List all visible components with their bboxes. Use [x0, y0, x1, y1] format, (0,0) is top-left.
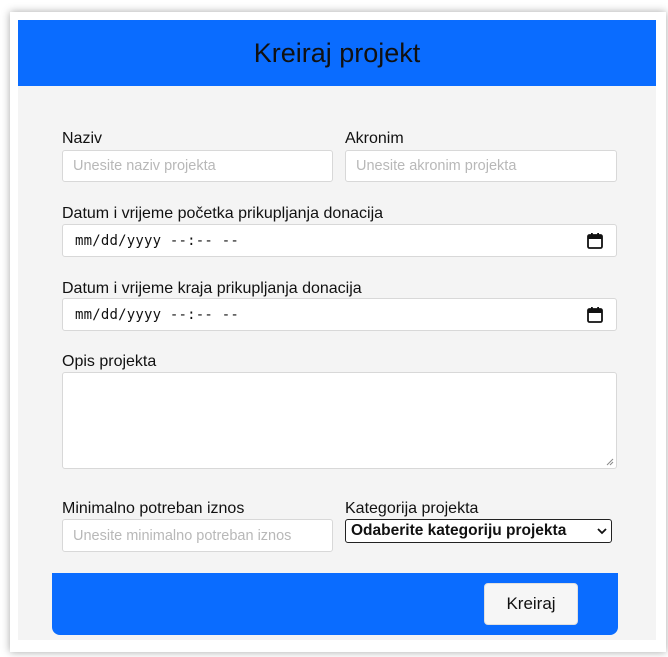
start-datetime-input[interactable]: mm/dd/yyyy --:-- --	[62, 224, 617, 257]
kategorija-label: Kategorija projekta	[345, 500, 479, 517]
end-datetime-input[interactable]: mm/dd/yyyy --:-- --	[62, 298, 617, 331]
page-title: Kreiraj projekt	[253, 37, 421, 68]
akronim-label: Akronim	[345, 130, 404, 147]
kreiraj-button[interactable]: Kreiraj	[484, 583, 578, 625]
akronim-input[interactable]	[345, 150, 617, 182]
calendar-icon[interactable]	[586, 232, 604, 250]
opis-label: Opis projekta	[62, 353, 157, 370]
resize-grip-icon[interactable]	[606, 458, 614, 466]
kategorija-selected-value: Odaberite kategoriju projekta	[351, 522, 567, 539]
chevron-down-icon	[597, 528, 607, 535]
end-datetime-label: Datum i vrijeme kraja prikupljanja donac…	[62, 280, 362, 297]
end-datetime-value: mm/dd/yyyy --:-- --	[75, 306, 239, 323]
start-datetime-value: mm/dd/yyyy --:-- --	[75, 232, 239, 249]
iznos-label: Minimalno potreban iznos	[62, 500, 245, 517]
form-header: Kreiraj projekt	[18, 20, 656, 86]
calendar-icon[interactable]	[586, 306, 604, 324]
naziv-label: Naziv	[62, 130, 103, 147]
naziv-input[interactable]	[62, 150, 333, 182]
kategorija-select[interactable]: Odaberite kategoriju projekta	[345, 519, 612, 543]
iznos-input[interactable]	[62, 519, 333, 552]
form-footer: Kreiraj	[52, 573, 618, 635]
start-datetime-label: Datum i vrijeme početka prikupljanja don…	[62, 205, 384, 222]
opis-textarea[interactable]	[62, 372, 617, 469]
